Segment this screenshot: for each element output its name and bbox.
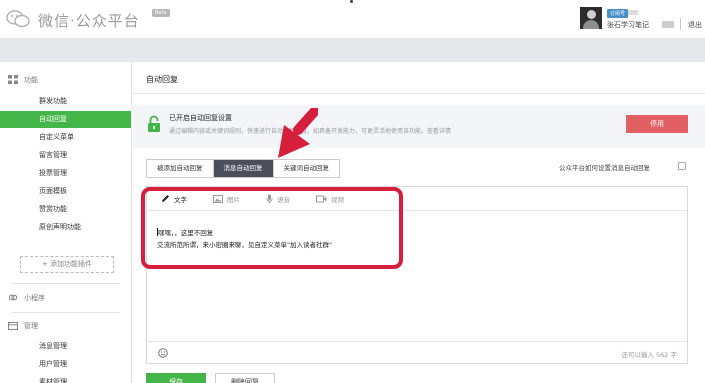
sidebar-item-original[interactable]: 原创声明功能 [0,219,131,236]
sidebar-group-manage: 管理 [8,321,38,331]
editor-footer: 还可以输入 562 字 [147,341,687,364]
highlight-frame [141,187,403,269]
sidebar-group-function: 功能 [8,75,38,85]
sidebar-group-miniprogram[interactable]: 小程序 [8,293,45,303]
sidebar-group-label: 小程序 [24,294,45,302]
title-divider [133,93,705,94]
beta-badge: Beta [152,9,170,17]
sidebar-item-voting[interactable]: 投票管理 [0,165,131,182]
sidebar-item-comments[interactable]: 留言管理 [0,147,131,164]
top-bar: 微信·公众平台 Beta 订阅号 张石学习笔记 退出 [0,0,705,38]
sidebar-item-custom-menu[interactable]: 自定义菜单 [0,129,131,146]
sidebar-divider [12,283,120,284]
divider [680,18,681,30]
grid-icon [8,75,18,84]
sidebar: 功能 群发功能 自动回复 自定义菜单 留言管理 投票管理 页面模板 赞赏功能 原… [0,62,132,383]
status-notice: 已开启自动回复设置 通过编辑内容或关键词规则，快速进行自动回复设置。如具备开发能… [133,105,705,148]
account-type-badge: 订阅号 [607,9,629,18]
lock-icon [148,115,160,132]
annotation-arrow-icon [278,108,318,158]
miniprogram-icon [8,294,18,301]
account-name-redacted [662,21,674,28]
account-name[interactable]: 张石学习笔记 [607,20,649,30]
sidebar-item-messages[interactable]: 消息管理 [0,338,131,355]
logout-link[interactable]: 退出 [688,20,702,30]
tab-message-reply[interactable]: 消息自动回复 [213,160,274,177]
tab-keyword-reply[interactable]: 关键词自动回复 [273,160,339,177]
header-band [0,38,705,62]
sidebar-item-materials[interactable]: 素材管理 [0,374,131,383]
char-counter: 还可以输入 562 字 [621,351,677,359]
help-checkbox[interactable] [678,162,686,170]
sidebar-item-broadcast[interactable]: 群发功能 [0,93,131,110]
sidebar-item-auto-reply[interactable]: 自动回复 [0,111,131,128]
emoji-icon[interactable] [158,348,168,358]
account-redacted [628,10,638,15]
tab-follow-reply[interactable]: 被添加自动回复 [147,160,214,177]
wechat-logo-icon [6,10,30,28]
disable-button[interactable]: 停用 [626,115,688,133]
platform-title[interactable]: 微信·公众平台 [38,10,140,31]
top-dot [350,0,353,3]
help-link[interactable]: 公众平台如何设置消息自动回复 [559,162,650,172]
sidebar-group-label: 功能 [24,76,38,84]
sidebar-group-label: 管理 [24,322,38,330]
folder-icon [8,321,18,330]
delete-reply-button[interactable]: 删除回复 [215,373,275,383]
avatar[interactable] [580,7,602,29]
page-title: 自动回复 [146,75,178,84]
sidebar-item-templates[interactable]: 页面模板 [0,183,131,200]
add-plugin-button[interactable]: + 添加功能插件 [20,256,114,273]
notice-title: 已开启自动回复设置 [169,114,232,122]
save-button[interactable]: 保存 [146,373,206,383]
sidebar-divider [12,312,120,313]
sidebar-item-reward[interactable]: 赞赏功能 [0,201,131,218]
sidebar-item-users[interactable]: 用户管理 [0,356,131,373]
